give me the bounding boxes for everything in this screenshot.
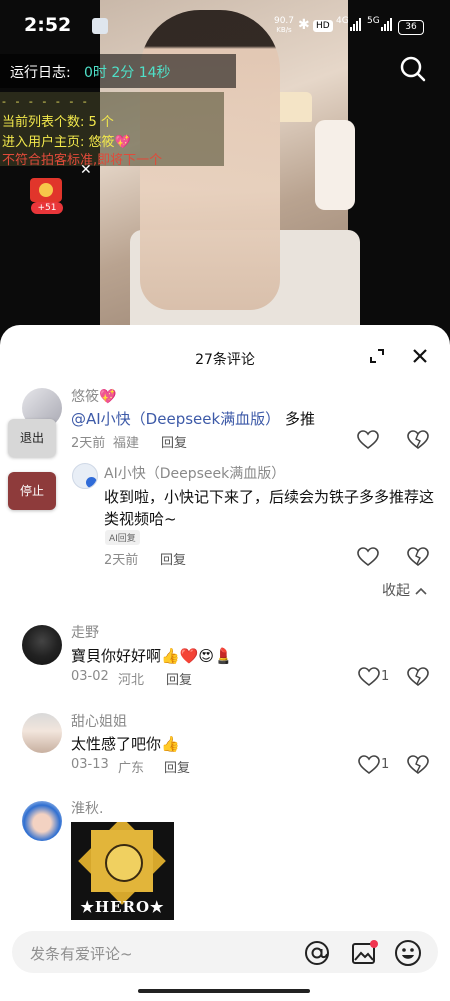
log-line: 进入用户主页: 悠筱💖 <box>2 135 131 150</box>
reply-button[interactable]: 回复 <box>160 549 186 568</box>
like-icon[interactable] <box>358 667 380 687</box>
comment-input-placeholder: 发条有爱评论~ <box>30 945 133 963</box>
reply-button[interactable]: 回复 <box>164 757 190 776</box>
battery-icon: 36 <box>398 20 424 35</box>
log-line: 当前列表个数: 5 个 <box>2 115 114 130</box>
home-indicator[interactable] <box>138 989 310 993</box>
red-packet-coin <box>39 183 53 197</box>
red-packet-badge: +51 <box>31 202 63 214</box>
comment-text-body: 多推 <box>280 410 315 428</box>
exit-button[interactable]: 退出 <box>8 419 56 457</box>
comment-text: 寶貝你好好啊👍❤️😍💄 <box>71 647 233 665</box>
comment-time: 03-02 <box>71 669 109 684</box>
net-speed-unit: KB/s <box>276 26 292 34</box>
avatar[interactable] <box>22 625 62 665</box>
signal-5g-icon: 5G <box>367 16 392 31</box>
comment-username[interactable]: 悠筱💖 <box>71 386 116 406</box>
avatar[interactable] <box>22 713 62 753</box>
skull-icon <box>105 844 143 882</box>
comment-text: @AI小快（Deepseek满血版） 多推 <box>71 408 315 429</box>
search-icon[interactable] <box>396 52 430 86</box>
comment-location: 广东 <box>118 761 145 776</box>
like-icon[interactable] <box>357 430 379 450</box>
status-time: 2:52 <box>24 14 72 36</box>
like-icon[interactable] <box>357 547 379 567</box>
at-mention-icon[interactable] <box>302 938 332 968</box>
log-line: - - - - - - - <box>2 95 90 108</box>
dislike-icon[interactable] <box>407 430 429 450</box>
hd-badge: HD <box>313 20 333 32</box>
dislike-icon[interactable] <box>407 547 429 567</box>
wrench-icon <box>92 18 108 34</box>
verified-icon <box>86 477 97 488</box>
comment-location: 河北 <box>118 673 145 688</box>
signal-5g-label: 5G <box>367 16 380 26</box>
comment-time: 2天前 <box>104 553 139 568</box>
chevron-up-icon <box>415 587 428 595</box>
avatar[interactable] <box>22 801 62 841</box>
comment-username[interactable]: 甜心姐姐 <box>71 711 127 731</box>
runlog-label: 运行日志: <box>10 65 71 81</box>
net-speed: 90.7 KB/s <box>272 17 296 35</box>
net-speed-value: 90.7 <box>273 16 295 26</box>
mention-link[interactable]: @AI小快（Deepseek满血版） <box>71 410 280 428</box>
comment-text: 收到啦，小快记下来了，后续会为铁子多多推荐这类视频哈~ <box>104 488 435 528</box>
dislike-icon[interactable] <box>407 755 429 775</box>
ai-reply-tag: AI回复 <box>105 530 140 545</box>
expand-icon[interactable] <box>367 346 387 366</box>
collapse-label: 收起 <box>382 583 410 599</box>
reply-button[interactable]: 回复 <box>161 432 187 451</box>
comment-location: 福建 <box>113 436 140 451</box>
reply-button[interactable]: 回复 <box>166 669 192 688</box>
emoji-icon[interactable] <box>393 938 423 968</box>
stop-button[interactable]: 停止 <box>8 472 56 510</box>
comment-username[interactable]: 走野 <box>71 622 99 642</box>
signal-4g-icon: 4G <box>336 16 361 31</box>
comment-username[interactable]: AI小快（Deepseek满血版） <box>104 463 285 483</box>
bluetooth-icon: ✱ <box>298 17 310 33</box>
like-icon[interactable] <box>358 755 380 775</box>
comment-username[interactable]: 淮秋. <box>71 798 103 818</box>
signal-4g-label: 4G <box>336 16 349 26</box>
ai-avatar[interactable] <box>72 463 98 489</box>
comment-text: 太性感了吧你👍 <box>71 735 180 753</box>
red-packet-close-icon[interactable]: ✕ <box>80 162 92 178</box>
like-count: 1 <box>381 757 390 772</box>
close-icon[interactable] <box>410 346 430 366</box>
comment-image-caption: ★HERO★ <box>80 898 165 916</box>
dislike-icon[interactable] <box>407 667 429 687</box>
image-icon[interactable] <box>349 938 379 968</box>
collapse-replies-button[interactable]: 收起 <box>382 580 428 600</box>
comment-time: 03-13 <box>71 757 109 772</box>
like-count: 1 <box>381 669 390 684</box>
comment-time: 2天前 <box>71 436 106 451</box>
video-pillow <box>315 120 355 210</box>
runlog-time: 0时 2分 14秒 <box>84 65 171 81</box>
